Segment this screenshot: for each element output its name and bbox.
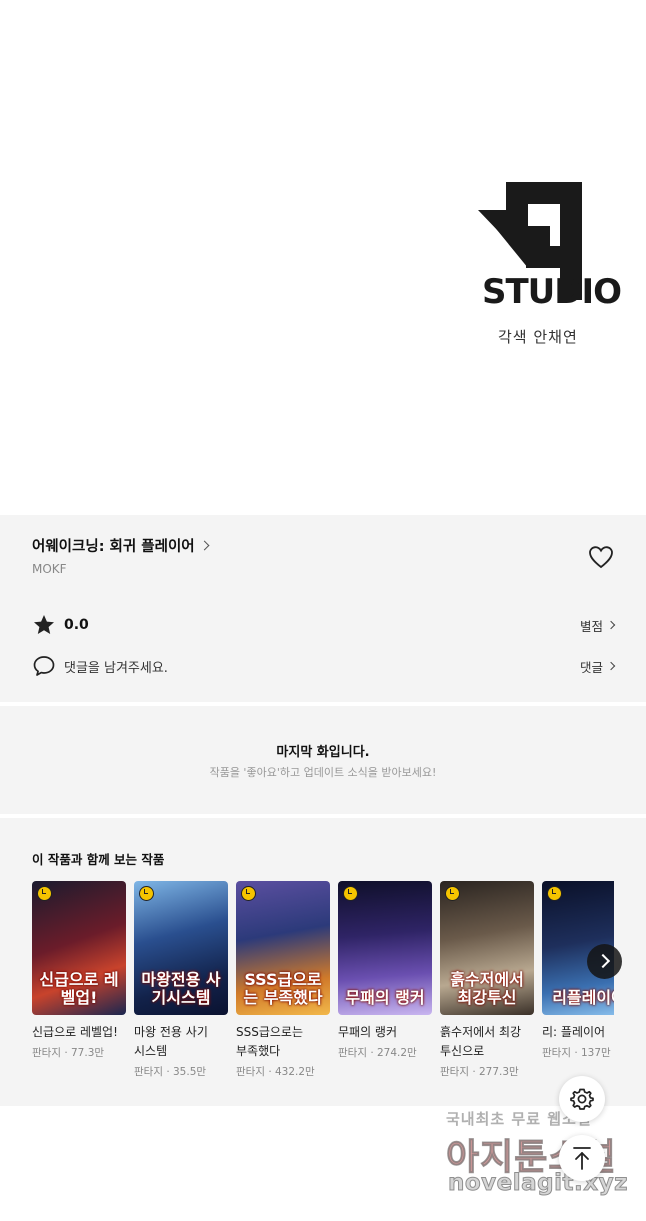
scroll-to-top-button[interactable]	[559, 1135, 605, 1181]
card-meta: 판타지 · 77.3만	[32, 1047, 105, 1059]
clock-icon	[343, 886, 358, 901]
recommendations-heading: 이 작품과 함께 보는 작품	[32, 852, 165, 867]
clock-icon	[37, 886, 52, 901]
last-episode-notice: 마지막 화입니다. 작품을 '좋아요'하고 업데이트 소식을 받아보세요!	[0, 706, 646, 814]
gear-icon	[570, 1088, 594, 1110]
rating-value: 0.0	[64, 617, 89, 633]
recommendations-section: 이 작품과 함께 보는 작품 신급으로 레벨업! 신급으로 레벨업! 판타지 ·…	[0, 818, 646, 1106]
studio-logo-icon	[478, 182, 582, 300]
last-episode-title: 마지막 화입니다.	[276, 745, 370, 760]
card-title: SSS급으로는 부족했다	[236, 1025, 304, 1058]
arrow-up-icon	[573, 1147, 591, 1170]
adaptation-credit: 각색 안채연	[498, 328, 578, 346]
chevron-right-icon	[199, 540, 210, 551]
card-meta: 판타지 · 277.3만	[440, 1066, 519, 1078]
work-title-link[interactable]: 어웨이크닝: 회귀 플레이어	[32, 535, 210, 556]
recommendation-card[interactable]: 마왕전용 사기시스템 마왕 전용 사기 시스템 판타지 · 35.5만	[134, 881, 228, 1079]
recommendation-card[interactable]: SSS급으로는 부족했다 SSS급으로는 부족했다 판타지 · 432.2만	[236, 881, 330, 1079]
comment-placeholder: 댓글을 남겨주세요.	[64, 660, 168, 676]
cover-title: 무패의 랭커	[345, 988, 425, 1007]
webtoon-viewer-page: STUDIO 각색 안채연 어웨이크닝: 회귀 플레이어 MOKF 0.0 별점	[0, 0, 646, 1221]
comment-link-label: 댓글	[579, 659, 603, 675]
card-title: 마왕 전용 사기 시스템	[134, 1025, 208, 1058]
recommendation-card[interactable]: 신급으로 레벨업! 신급으로 레벨업! 판타지 · 77.3만	[32, 881, 126, 1060]
clock-icon	[241, 886, 256, 901]
cover-title: 리플레이어	[552, 988, 614, 1007]
work-author: MOKF	[32, 562, 67, 576]
cover-thumbnail: 신급으로 레벨업!	[32, 881, 126, 1015]
comic-panel-image: STUDIO 각색 안채연	[0, 0, 646, 515]
card-title: 신급으로 레벨업!	[32, 1025, 118, 1039]
cover-title: SSS급으로는 부족했다	[243, 970, 323, 1007]
studio-name: STUDIO	[482, 272, 622, 312]
comment-row[interactable]: 댓글을 남겨주세요. 댓글	[32, 654, 616, 678]
chevron-right-icon	[606, 661, 616, 671]
card-title: 무패의 랭커	[338, 1025, 398, 1039]
cover-title: 흙수저에서 최강투신	[450, 970, 524, 1007]
clock-icon	[445, 886, 460, 901]
clock-icon	[547, 886, 562, 901]
settings-button[interactable]	[559, 1076, 605, 1122]
card-title: 리: 플레이어	[542, 1025, 606, 1039]
cover-thumbnail: 무패의 랭커	[338, 881, 432, 1015]
rating-link-label: 별점	[579, 618, 603, 634]
cover-title: 마왕전용 사기시스템	[141, 970, 221, 1007]
card-meta: 판타지 · 432.2만	[236, 1066, 315, 1078]
cover-title: 신급으로 레벨업!	[39, 970, 119, 1007]
heart-icon[interactable]	[588, 545, 614, 569]
card-meta: 판타지 · 35.5만	[134, 1066, 207, 1078]
clock-icon	[139, 886, 154, 901]
work-title: 어웨이크닝: 회귀 플레이어	[32, 539, 195, 555]
chevron-right-icon	[606, 620, 616, 630]
comment-link[interactable]: 댓글	[579, 657, 616, 676]
recommendation-card[interactable]: 무패의 랭커 무패의 랭커 판타지 · 274.2만	[338, 881, 432, 1060]
cover-thumbnail: SSS급으로는 부족했다	[236, 881, 330, 1015]
rating-link[interactable]: 별점	[579, 616, 616, 635]
cover-thumbnail: 흙수저에서 최강투신	[440, 881, 534, 1015]
recommendation-card[interactable]: 흙수저에서 최강투신 흙수저에서 최강 투신으로 판타지 · 277.3만	[440, 881, 534, 1079]
speech-bubble-icon	[33, 656, 55, 676]
rating-row: 0.0 별점	[32, 613, 616, 637]
last-episode-subtitle: 작품을 '좋아요'하고 업데이트 소식을 받아보세요!	[209, 766, 437, 779]
star-icon	[34, 615, 54, 634]
recommendation-carousel[interactable]: 신급으로 레벨업! 신급으로 레벨업! 판타지 · 77.3만 마왕전용 사기시…	[32, 881, 614, 1091]
card-meta: 판타지 · 274.2만	[338, 1047, 417, 1059]
cover-thumbnail: 마왕전용 사기시스템	[134, 881, 228, 1015]
card-meta: 판타지 · 137만	[542, 1047, 611, 1059]
work-info-panel: 어웨이크닝: 회귀 플레이어 MOKF 0.0 별점 댓글을 남겨주세요. 댓글	[0, 515, 646, 702]
carousel-next-button[interactable]	[587, 944, 622, 979]
card-title: 흙수저에서 최강 투신으로	[440, 1025, 522, 1058]
